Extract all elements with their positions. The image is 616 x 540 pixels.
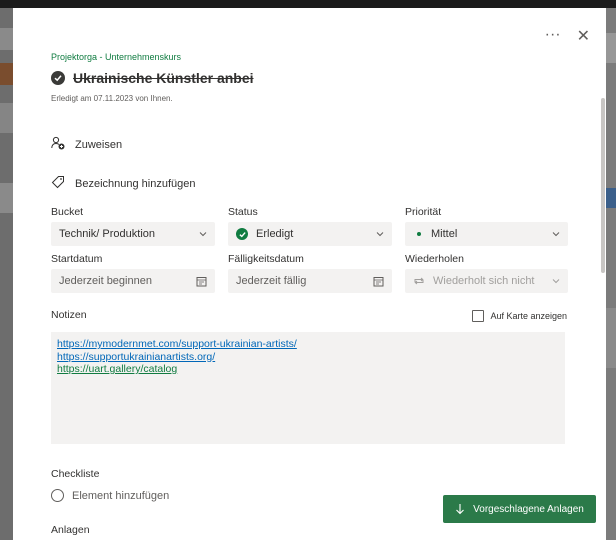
priority-value: Mittel: [431, 228, 458, 240]
repeat-dropdown[interactable]: Wiederholt sich nicht: [405, 269, 568, 293]
attachments-label: Anlagen: [51, 524, 90, 536]
arrow-down-icon: [456, 504, 465, 515]
background-right-strip: [606, 8, 616, 540]
repeat-value: Wiederholt sich nicht: [433, 275, 535, 287]
chevron-down-icon: [376, 232, 384, 237]
start-date-placeholder: Jederzeit beginnen: [59, 275, 152, 287]
completed-note: Erledigt am 07.11.2023 von Ihnen.: [51, 94, 173, 103]
calendar-icon[interactable]: [373, 276, 384, 287]
priority-label: Priorität: [405, 206, 442, 218]
priority-dot-icon: [417, 232, 421, 236]
notes-link-1[interactable]: https://mymodernmet.com/support-ukrainia…: [57, 338, 559, 351]
background-left-strip: [0, 8, 13, 540]
status-dropdown[interactable]: Erledigt: [228, 222, 392, 246]
bucket-label: Bucket: [51, 206, 84, 218]
start-date-input[interactable]: Jederzeit beginnen: [51, 269, 215, 293]
repeat-icon: [414, 277, 424, 285]
suggested-attachments-button[interactable]: Vorgeschlagene Anlagen: [443, 495, 596, 523]
chevron-down-icon: [199, 232, 207, 237]
status-label: Status: [228, 206, 258, 218]
completed-check-icon[interactable]: [51, 71, 65, 85]
tag-icon: [51, 175, 65, 192]
notes-link-3[interactable]: https://uart.gallery/catalog: [57, 363, 559, 376]
suggested-attachments-label: Vorgeschlagene Anlagen: [473, 503, 584, 515]
task-title-row: Ukrainische Künstler anbei: [51, 70, 254, 86]
add-label-button[interactable]: Bezeichnung hinzufügen: [51, 175, 195, 192]
plan-name[interactable]: Projektorga - Unternehmenskurs: [51, 52, 181, 62]
notes-label: Notizen: [51, 309, 87, 321]
bucket-dropdown[interactable]: Technik/ Produktion: [51, 222, 215, 246]
calendar-icon[interactable]: [196, 276, 207, 287]
chevron-down-icon: [552, 279, 560, 284]
show-on-card-toggle[interactable]: Auf Karte anzeigen: [472, 310, 567, 322]
start-date-label: Startdatum: [51, 253, 103, 265]
show-on-card-checkbox[interactable]: [472, 310, 485, 322]
task-title[interactable]: Ukrainische Künstler anbei: [73, 70, 254, 86]
top-dark-bar: [0, 0, 616, 8]
close-button[interactable]: ✕: [577, 26, 590, 46]
more-options-button[interactable]: ···: [545, 26, 561, 46]
repeat-label: Wiederholen: [405, 253, 464, 265]
checklist-radio-icon: [51, 489, 64, 502]
header-buttons: ··· ✕: [545, 26, 590, 46]
assign-label: Zuweisen: [75, 138, 123, 151]
add-checklist-item-label: Element hinzufügen: [72, 489, 170, 502]
checklist-label: Checkliste: [51, 468, 100, 480]
notes-link-2[interactable]: https://supportukrainianartists.org/: [57, 351, 559, 364]
due-date-label: Fälligkeitsdatum: [228, 253, 304, 265]
panel-scrollbar[interactable]: [601, 98, 605, 273]
status-value: Erledigt: [256, 228, 294, 240]
add-checklist-item[interactable]: Element hinzufügen: [51, 489, 169, 502]
add-label-text: Bezeichnung hinzufügen: [75, 177, 196, 190]
priority-dropdown[interactable]: Mittel: [405, 222, 568, 246]
assign-button[interactable]: Zuweisen: [51, 136, 122, 153]
chevron-down-icon: [552, 232, 560, 237]
due-date-placeholder: Jederzeit fällig: [236, 275, 307, 287]
bucket-value: Technik/ Produktion: [59, 228, 155, 240]
assign-person-icon: [51, 136, 65, 153]
task-details-panel: ··· ✕ Projektorga - Unternehmenskurs Ukr…: [13, 8, 606, 540]
notes-textarea[interactable]: https://mymodernmet.com/support-ukrainia…: [51, 332, 565, 444]
status-complete-icon: [236, 228, 248, 240]
due-date-input[interactable]: Jederzeit fällig: [228, 269, 392, 293]
show-on-card-label: Auf Karte anzeigen: [490, 311, 567, 321]
